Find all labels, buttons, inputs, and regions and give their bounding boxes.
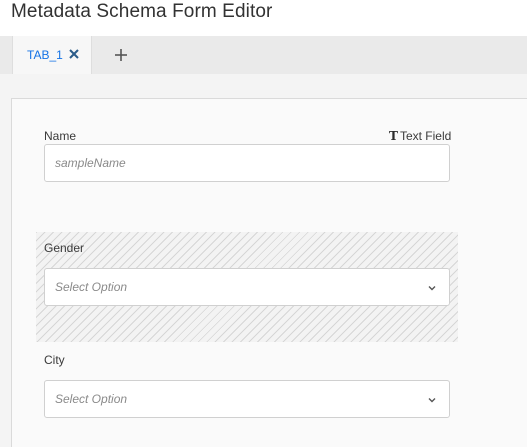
- tab-label: TAB_1: [27, 48, 63, 62]
- name-input-placeholder: sampleName: [55, 156, 126, 170]
- name-field-label: Name: [44, 129, 77, 143]
- close-icon[interactable]: [67, 47, 81, 61]
- chevron-down-icon: [428, 398, 436, 403]
- city-select[interactable]: Select Option: [44, 380, 450, 418]
- field-type-label: Text Field: [399, 129, 452, 143]
- tab-tab-1[interactable]: TAB_1: [12, 36, 92, 74]
- gender-field-label: Gender: [44, 241, 85, 255]
- plus-icon[interactable]: [110, 44, 132, 66]
- name-input[interactable]: sampleName: [44, 144, 450, 182]
- chevron-down-icon: [428, 286, 436, 291]
- app-header: Metadata Schema Form Editor: [0, 0, 527, 36]
- gender-select[interactable]: Select Option: [44, 268, 450, 306]
- field-type-indicator: T Text Field: [389, 129, 451, 143]
- text-field-icon: T: [389, 129, 398, 143]
- app-title: Metadata Schema Form Editor: [11, 1, 273, 22]
- city-select-placeholder: Select Option: [55, 392, 128, 406]
- schema-form-editor: Metadata Schema Form Editor TAB_1 Name T…: [0, 0, 527, 447]
- city-field-label: City: [44, 353, 65, 367]
- gender-select-placeholder: Select Option: [55, 280, 128, 294]
- tab-bar: TAB_1: [0, 36, 527, 74]
